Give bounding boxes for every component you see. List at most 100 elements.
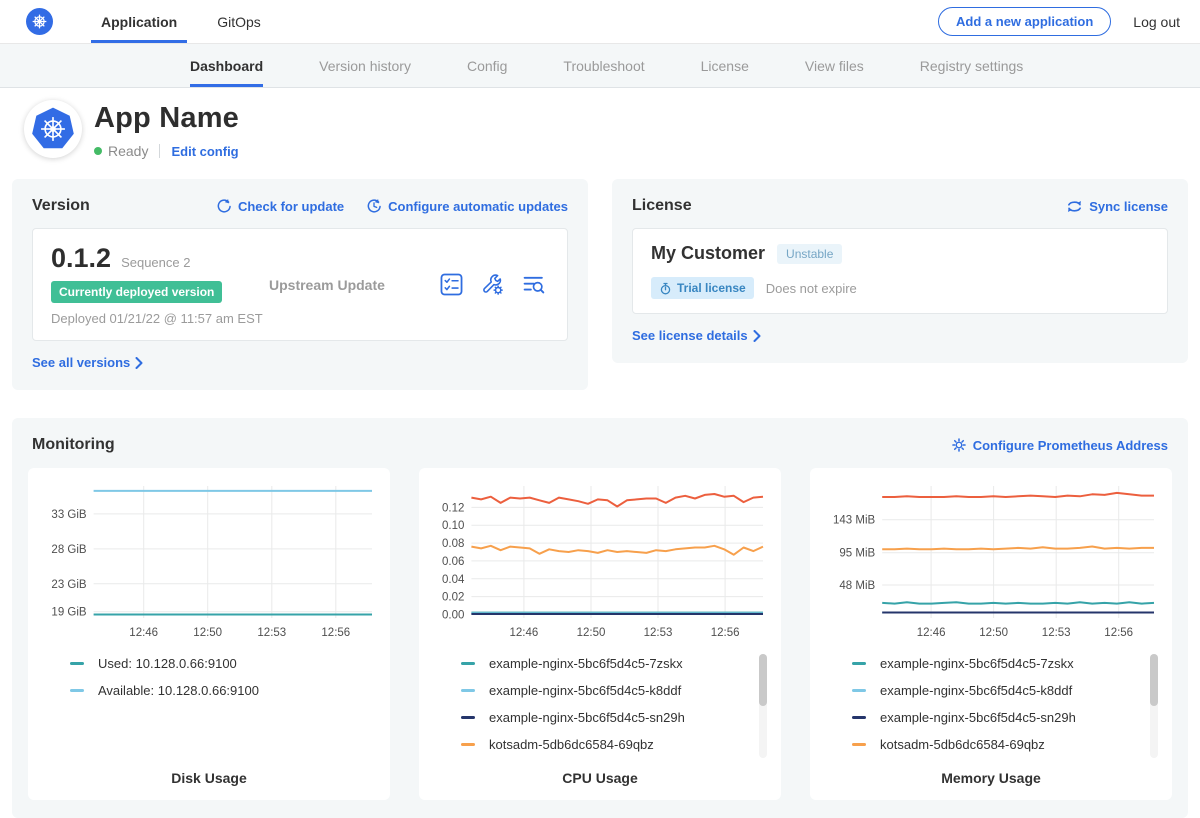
- legend-label: example-nginx-5bc6f5d4c5-k8ddf: [489, 683, 681, 698]
- legend-scrollbar-thumb[interactable]: [759, 654, 767, 706]
- gear-icon: [951, 437, 967, 453]
- deployed-timestamp: Deployed 01/21/22 @ 11:57 am EST: [51, 311, 269, 326]
- svg-text:12:56: 12:56: [1104, 627, 1133, 639]
- legend-swatch: [70, 662, 84, 665]
- customer-name: My Customer: [651, 243, 765, 264]
- main-content: Version Check for update: [0, 179, 1200, 818]
- currently-deployed-badge: Currently deployed version: [51, 281, 222, 303]
- legend-label: example-nginx-5bc6f5d4c5-sn29h: [880, 710, 1076, 725]
- svg-text:12:46: 12:46: [129, 627, 158, 639]
- svg-text:12:53: 12:53: [644, 627, 673, 639]
- legend-item: example-nginx-5bc6f5d4c5-k8ddf: [461, 683, 751, 698]
- topnav-tab-gitops[interactable]: GitOps: [211, 0, 267, 43]
- legend-item: example-nginx-5bc6f5d4c5-sn29h: [852, 710, 1142, 725]
- monitoring-section: Monitoring Configure Prometheus Address …: [12, 418, 1188, 818]
- configure-prometheus-label: Configure Prometheus Address: [973, 438, 1168, 453]
- refresh-icon: [216, 198, 232, 214]
- update-type-label: Upstream Update: [269, 277, 440, 293]
- check-for-update-link[interactable]: Check for update: [216, 198, 344, 214]
- memory-usage-legend: example-nginx-5bc6f5d4c5-7zskxexample-ng…: [852, 656, 1142, 752]
- current-version-panel: 0.1.2 Sequence 2 Currently deployed vers…: [32, 228, 568, 341]
- memory-usage-title: Memory Usage: [822, 770, 1160, 786]
- tab-config[interactable]: Config: [467, 44, 507, 87]
- legend-label: kotsadm-5db6dc6584-69qbz: [880, 737, 1045, 752]
- configure-automatic-updates-link[interactable]: Configure automatic updates: [366, 198, 568, 214]
- preflight-checks-icon[interactable]: [440, 273, 463, 296]
- legend-label: Available: 10.128.0.66:9100: [98, 683, 259, 698]
- monitoring-title: Monitoring: [32, 436, 115, 454]
- legend-swatch: [461, 689, 475, 692]
- disk-usage-chart: 33 GiB28 GiB23 GiB19 GiB12:4612:5012:531…: [40, 480, 378, 642]
- sequence-label: Sequence 2: [121, 255, 190, 270]
- legend-scrollbar[interactable]: [1150, 654, 1158, 758]
- logout-button[interactable]: Log out: [1133, 14, 1180, 30]
- see-all-versions-label: See all versions: [32, 355, 130, 370]
- legend-scrollbar-thumb[interactable]: [1150, 654, 1158, 706]
- disk-usage-title: Disk Usage: [40, 770, 378, 786]
- configure-prometheus-link[interactable]: Configure Prometheus Address: [951, 437, 1168, 453]
- add-application-button[interactable]: Add a new application: [938, 7, 1111, 36]
- brand-logo: [26, 0, 53, 43]
- memory-usage-chart: 143 MiB95 MiB48 MiB12:4612:5012:5312:56: [822, 480, 1160, 642]
- app-avatar: [24, 100, 82, 158]
- ready-status-dot: [94, 147, 102, 155]
- legend-item: kotsadm-5db6dc6584-69qbz: [852, 737, 1142, 752]
- cpu-usage-chart: 0.120.100.080.060.040.020.0012:4612:5012…: [431, 480, 769, 642]
- channel-badge: Unstable: [777, 244, 842, 264]
- svg-text:33 GiB: 33 GiB: [51, 509, 86, 521]
- svg-text:12:46: 12:46: [510, 627, 539, 639]
- tab-dashboard[interactable]: Dashboard: [190, 44, 263, 87]
- legend-swatch: [852, 743, 866, 746]
- app-subnav: Dashboard Version history Config Trouble…: [0, 44, 1200, 88]
- legend-item: example-nginx-5bc6f5d4c5-sn29h: [461, 710, 751, 725]
- app-status-label: Ready: [108, 143, 148, 159]
- check-for-update-label: Check for update: [238, 199, 344, 214]
- app-header: App Name Ready Edit config: [0, 88, 1200, 173]
- tab-troubleshoot[interactable]: Troubleshoot: [563, 44, 644, 87]
- svg-text:12:53: 12:53: [1042, 627, 1071, 639]
- cpu-usage-legend: example-nginx-5bc6f5d4c5-7zskx example-ng…: [461, 656, 751, 752]
- legend-item: example-nginx-5bc6f5d4c5-7zskx: [461, 656, 751, 671]
- legend-swatch: [852, 716, 866, 719]
- legend-label: kotsadm-5db6dc6584-69qbz: [489, 737, 654, 752]
- sync-license-link[interactable]: Sync license: [1066, 198, 1168, 215]
- tab-license[interactable]: License: [701, 44, 749, 87]
- view-logs-icon[interactable]: [522, 273, 545, 296]
- tab-version-history[interactable]: Version history: [319, 44, 411, 87]
- legend-item: example-nginx-5bc6f5d4c5-k8ddf: [852, 683, 1142, 698]
- tab-view-files[interactable]: View files: [805, 44, 864, 87]
- chevron-right-icon: [753, 330, 761, 342]
- svg-text:0.02: 0.02: [442, 592, 464, 604]
- stopwatch-icon: [659, 282, 672, 295]
- svg-text:12:56: 12:56: [711, 627, 740, 639]
- legend-swatch: [852, 662, 866, 665]
- see-all-versions-link[interactable]: See all versions: [32, 355, 143, 370]
- version-number: 0.1.2: [51, 243, 111, 274]
- kubernetes-logo-icon: [26, 8, 53, 35]
- chevron-right-icon: [135, 357, 143, 369]
- trial-license-badge: Trial license: [651, 277, 754, 299]
- memory-usage-chart-card: 143 MiB95 MiB48 MiB12:4612:5012:5312:56 …: [810, 468, 1172, 800]
- svg-text:0.10: 0.10: [442, 520, 464, 532]
- cpu-usage-chart-card: 0.120.100.080.060.040.020.0012:4612:5012…: [419, 468, 781, 800]
- svg-text:143 MiB: 143 MiB: [833, 515, 876, 527]
- kubernetes-heptagon-icon: [30, 106, 76, 152]
- version-card: Version Check for update: [12, 179, 588, 390]
- legend-swatch: [852, 689, 866, 692]
- config-wrench-icon[interactable]: [481, 273, 504, 296]
- disk-usage-legend: Used: 10.128.0.66:9100Available: 10.128.…: [70, 656, 360, 698]
- svg-text:12:46: 12:46: [917, 627, 946, 639]
- legend-swatch: [461, 662, 475, 665]
- see-license-details-link[interactable]: See license details: [632, 328, 761, 343]
- legend-item: kotsadm-5db6dc6584-69qbz: [461, 737, 751, 752]
- license-expiry-text: Does not expire: [766, 281, 857, 296]
- legend-item: Available: 10.128.0.66:9100: [70, 683, 360, 698]
- svg-text:0.12: 0.12: [442, 502, 464, 514]
- cpu-usage-title: CPU Usage: [431, 770, 769, 786]
- topnav-spacer: [281, 0, 938, 43]
- tab-registry-settings[interactable]: Registry settings: [920, 44, 1023, 87]
- legend-scrollbar[interactable]: [759, 654, 767, 758]
- svg-text:12:50: 12:50: [979, 627, 1008, 639]
- edit-config-link[interactable]: Edit config: [171, 144, 238, 159]
- topnav-tab-application[interactable]: Application: [95, 0, 183, 43]
